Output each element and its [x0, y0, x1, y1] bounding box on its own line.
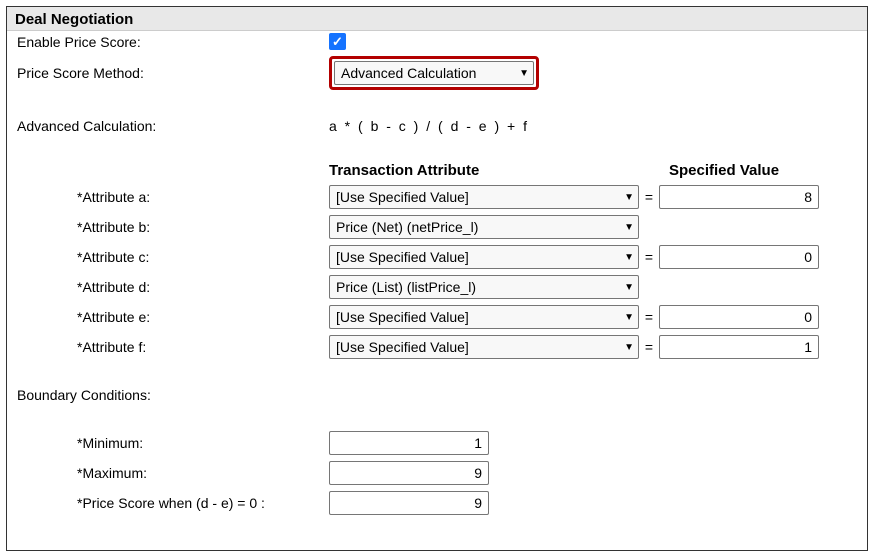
chevron-down-icon: ▼ [624, 252, 634, 263]
label-advanced-calculation: Advanced Calculation: [15, 118, 329, 134]
specified-value-input[interactable]: 8 [659, 185, 819, 209]
price-score-method-select[interactable]: Advanced Calculation ▼ [334, 61, 534, 85]
chevron-down-icon: ▼ [519, 68, 529, 79]
specified-value-input[interactable]: 0 [659, 245, 819, 269]
select-value: [Use Specified Value] [336, 249, 469, 265]
select-value: Price (List) (listPrice_l) [336, 279, 476, 295]
attribute-row: *Attribute b: Price (Net) (netPrice_l) ▼ [15, 215, 859, 239]
chevron-down-icon: ▼ [624, 192, 634, 203]
attribute-row: *Attribute e: [Use Specified Value] ▼ =0 [15, 305, 859, 329]
panel-body: Enable Price Score: ✓ Price Score Method… [7, 31, 867, 529]
column-header-specified-value: Specified Value [669, 162, 779, 179]
transaction-attribute-select[interactable]: Price (Net) (netPrice_l) ▼ [329, 215, 639, 239]
transaction-attribute-select[interactable]: [Use Specified Value] ▼ [329, 305, 639, 329]
select-value: Price (Net) (netPrice_l) [336, 219, 478, 235]
label-price-score-zero: *Price Score when (d - e) = 0 : [15, 495, 329, 511]
attribute-label: *Attribute d: [15, 279, 329, 295]
price-score-zero-input[interactable]: 9 [329, 491, 489, 515]
specified-value-input[interactable]: 0 [659, 305, 819, 329]
attribute-row: *Attribute a: [Use Specified Value] ▼ =8 [15, 185, 859, 209]
label-boundary-conditions: Boundary Conditions: [15, 387, 329, 403]
chevron-down-icon: ▼ [624, 312, 634, 323]
transaction-attribute-select[interactable]: [Use Specified Value] ▼ [329, 185, 639, 209]
label-maximum: *Maximum: [15, 465, 329, 481]
minimum-input[interactable]: 1 [329, 431, 489, 455]
transaction-attribute-select[interactable]: [Use Specified Value] ▼ [329, 245, 639, 269]
select-value: Advanced Calculation [341, 65, 476, 81]
label-minimum: *Minimum: [15, 435, 329, 451]
check-icon: ✓ [332, 34, 343, 50]
chevron-down-icon: ▼ [624, 282, 634, 293]
select-value: [Use Specified Value] [336, 339, 469, 355]
attribute-label: *Attribute e: [15, 309, 329, 325]
attribute-label: *Attribute f: [15, 339, 329, 355]
maximum-input[interactable]: 9 [329, 461, 489, 485]
formula-text: a * ( b - c ) / ( d - e ) + f [329, 118, 529, 134]
equals-sign: = [639, 339, 659, 355]
select-value: [Use Specified Value] [336, 309, 469, 325]
equals-sign: = [639, 309, 659, 325]
attribute-row: *Attribute d: Price (List) (listPrice_l) ▼ [15, 275, 859, 299]
column-header-transaction-attribute: Transaction Attribute [329, 162, 669, 179]
highlight-box: Advanced Calculation ▼ [329, 56, 539, 90]
attribute-label: *Attribute c: [15, 249, 329, 265]
equals-sign: = [639, 189, 659, 205]
specified-value-input[interactable]: 1 [659, 335, 819, 359]
chevron-down-icon: ▼ [624, 342, 634, 353]
attribute-label: *Attribute a: [15, 189, 329, 205]
deal-negotiation-panel: Deal Negotiation Enable Price Score: ✓ P… [6, 6, 868, 551]
attribute-row: *Attribute c: [Use Specified Value] ▼ =0 [15, 245, 859, 269]
enable-price-score-checkbox[interactable]: ✓ [329, 33, 346, 50]
attribute-row: *Attribute f: [Use Specified Value] ▼ =1 [15, 335, 859, 359]
attribute-label: *Attribute b: [15, 219, 329, 235]
label-enable-price-score: Enable Price Score: [15, 34, 329, 50]
transaction-attribute-select[interactable]: [Use Specified Value] ▼ [329, 335, 639, 359]
panel-title: Deal Negotiation [7, 7, 867, 31]
chevron-down-icon: ▼ [624, 222, 634, 233]
equals-sign: = [639, 249, 659, 265]
label-price-score-method: Price Score Method: [15, 65, 329, 81]
select-value: [Use Specified Value] [336, 189, 469, 205]
transaction-attribute-select[interactable]: Price (List) (listPrice_l) ▼ [329, 275, 639, 299]
